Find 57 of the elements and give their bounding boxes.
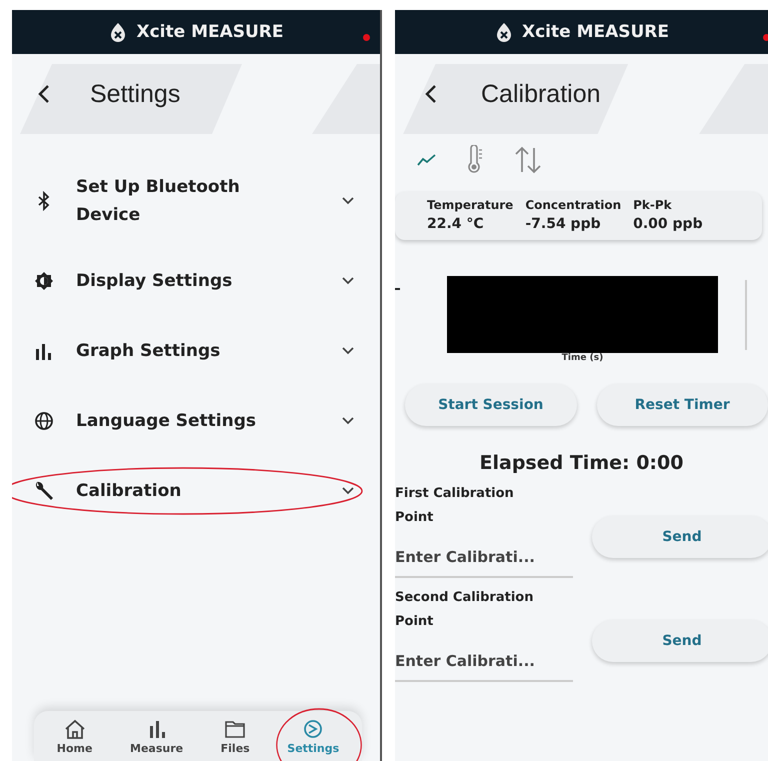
scrollbar <box>745 280 747 350</box>
view-tab[interactable] <box>417 153 437 167</box>
menu-label: Graph Settings <box>76 340 222 363</box>
axis-label: Time (s) <box>562 353 604 363</box>
swap-arrows-icon <box>513 145 543 175</box>
reading-value: -7.54 ppb <box>525 216 602 232</box>
home-icon <box>64 719 86 739</box>
app-title: Xcite MEASURE <box>136 22 284 42</box>
gauge-icon <box>302 719 324 739</box>
reading-value: 22.4 °C <box>427 216 485 232</box>
axis-tick <box>395 288 400 290</box>
chevron-down-icon <box>342 417 354 425</box>
input-field[interactable]: Enter Calibrati... <box>395 652 573 682</box>
bar-chart-icon <box>34 341 54 361</box>
chevron-down-icon <box>342 487 354 495</box>
chevron-down-icon <box>342 197 354 205</box>
back-icon[interactable] <box>38 84 50 104</box>
menu-item[interactable]: Display Settings <box>12 246 380 316</box>
trend-line-icon <box>417 153 437 167</box>
chevron-down-icon <box>342 347 354 355</box>
reading-label: Temperature <box>427 198 514 212</box>
action-button[interactable]: Reset Timer <box>596 384 768 426</box>
page-title: Calibration <box>481 80 601 108</box>
nav-tab[interactable]: Files <box>220 719 250 755</box>
chevron-down-icon <box>342 277 354 285</box>
menu-item[interactable]: Calibration <box>12 456 380 526</box>
reading-value: 0.00 ppb <box>633 216 703 232</box>
send-button[interactable]: Send <box>592 620 768 662</box>
menu-label: Calibration <box>76 480 182 503</box>
menu-label: Language Settings <box>76 410 258 433</box>
reading-label: Pk-Pk <box>633 198 673 212</box>
send-button[interactable]: Send <box>592 516 768 558</box>
input-field[interactable]: Enter Calibrati... <box>395 548 573 578</box>
page-title: Settings <box>90 80 180 108</box>
nav-tab[interactable]: Home <box>56 719 92 755</box>
folder-icon <box>224 719 246 739</box>
reading-label: Concentration <box>525 198 622 212</box>
status-dot <box>363 34 370 41</box>
brightness-icon <box>34 271 54 291</box>
globe-icon <box>34 411 54 431</box>
menu-label: Set Up Bluetooth Device <box>76 176 241 227</box>
menu-item[interactable]: Language Settings <box>12 386 380 456</box>
field-label: First Calibration Point <box>395 485 515 527</box>
view-tab[interactable] <box>513 145 543 175</box>
app-title: Xcite MEASURE <box>522 22 670 42</box>
back-icon[interactable] <box>425 84 437 104</box>
field-label: Second Calibration Point <box>395 589 534 631</box>
status-dot <box>763 34 768 41</box>
wrench-icon <box>34 481 54 501</box>
menu-item[interactable]: Set Up Bluetooth Device <box>12 156 380 246</box>
elapsed-time: Elapsed Time: 0:00 <box>478 452 684 474</box>
nav-tab[interactable]: Measure <box>130 719 184 755</box>
action-button[interactable]: Start Session <box>405 384 576 426</box>
menu-label: Display Settings <box>76 270 234 293</box>
menu-item[interactable]: Graph Settings <box>12 316 380 386</box>
thermometer-icon <box>465 145 485 175</box>
view-tab[interactable] <box>465 145 485 175</box>
